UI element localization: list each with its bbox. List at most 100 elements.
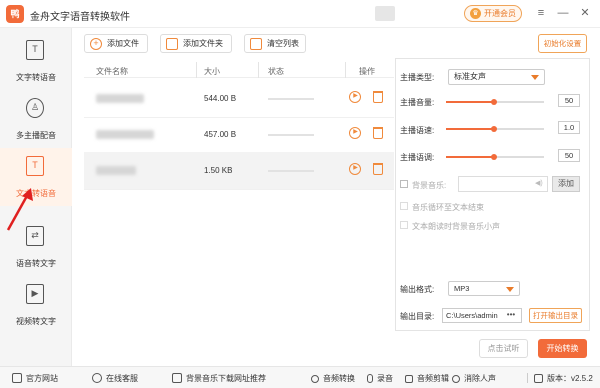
convert-icon (311, 375, 319, 383)
website-label: 官方网站 (26, 374, 58, 383)
column-name: 文件名称 (96, 67, 128, 76)
volume-slider-fill (446, 101, 494, 103)
volume-slider-thumb[interactable] (491, 99, 497, 105)
reset-settings-button[interactable]: 初始化设置 (538, 34, 587, 53)
file-status-bar (268, 170, 314, 172)
trash-icon[interactable] (373, 91, 383, 103)
add-file-button[interactable]: + 添加文件 (84, 34, 148, 53)
app-logo-icon: 鸭 (6, 5, 24, 23)
clear-list-label: 清空列表 (267, 39, 299, 48)
close-button[interactable]: ✕ (578, 6, 592, 20)
volume-slider[interactable] (446, 99, 544, 105)
footer-bar: 官方网站 在线客服 背景音乐下载网址推荐 音频转换 录音 音频剪辑 消除人声 版… (0, 366, 600, 388)
loop-checkbox[interactable] (400, 202, 408, 210)
format-value: MP3 (454, 284, 470, 293)
bgm-checkbox[interactable] (400, 180, 408, 188)
audio-cut-link[interactable]: 音频剪辑 (405, 373, 449, 384)
file-table-header: 文件名称 大小 状态 操作 (84, 62, 394, 78)
clear-list-button[interactable]: 清空列表 (244, 34, 306, 53)
music-icon (172, 373, 182, 383)
vocal-remove-link[interactable]: 消除人声 (452, 373, 496, 384)
volume-icon: ◀) (535, 180, 543, 187)
sidebar-item-label: 多主播配音 (16, 131, 56, 140)
trash-icon[interactable] (373, 163, 383, 175)
add-bgm-button[interactable]: 添加 (552, 176, 580, 192)
minimize-button[interactable]: — (556, 6, 570, 20)
video-icon: ▶ (26, 284, 44, 304)
column-actions: 操作 (359, 67, 375, 76)
speed-value-input[interactable]: 1.0 (558, 121, 580, 134)
bgm-download-label: 背景音乐下载网址推荐 (186, 374, 266, 383)
file-size: 1.50 KB (204, 166, 233, 175)
vip-button[interactable]: ♛ 开通会员 (464, 5, 522, 22)
pitch-slider-thumb[interactable] (491, 154, 497, 160)
menu-icon[interactable]: ≡ (534, 6, 548, 20)
sidebar-item-label: 语音转文字 (16, 259, 56, 268)
open-output-dir-button[interactable]: 打开输出目录 (529, 308, 582, 323)
footer-divider (527, 373, 528, 383)
add-folder-button[interactable]: 添加文件夹 (160, 34, 232, 53)
column-status: 状态 (268, 67, 284, 76)
column-divider[interactable] (196, 62, 197, 78)
pitch-label: 主播语调: (400, 153, 435, 162)
column-divider[interactable] (258, 62, 259, 78)
column-divider[interactable] (345, 62, 346, 78)
sidebar-item-label: 文字转语音 (16, 73, 56, 82)
format-select[interactable]: MP3 (448, 281, 520, 296)
start-convert-button[interactable]: 开始转换 (538, 339, 587, 358)
sidebar-item-video-to-text[interactable]: ▶ 视频转文字 (0, 276, 72, 334)
pitch-value-input[interactable]: 50 (558, 149, 580, 162)
trash-icon[interactable] (373, 127, 383, 139)
vocal-remove-label: 消除人声 (464, 374, 496, 383)
browse-dir-button[interactable]: ••• (501, 309, 521, 322)
document-icon: T (26, 156, 44, 176)
table-row[interactable]: 544.00 B ▶ (84, 80, 394, 118)
column-size: 大小 (204, 67, 220, 76)
speed-slider-thumb[interactable] (491, 126, 497, 132)
broom-icon (250, 38, 262, 50)
record-link[interactable]: 录音 (367, 373, 393, 384)
loop-option-label: 音乐循环至文本结束 (412, 203, 484, 212)
play-icon[interactable]: ▶ (349, 127, 361, 139)
title-bar: 鸭 金舟文字语音转换软件 ♛ 开通会员 ≡ — ✕ (0, 0, 600, 28)
speed-slider[interactable] (446, 126, 544, 132)
crown-icon: ♛ (470, 8, 481, 19)
version-info: 版本：v2.5.2 (534, 373, 593, 384)
file-name-blurred (96, 130, 154, 139)
pitch-slider-fill (446, 156, 494, 158)
bgm-download-link[interactable]: 背景音乐下载网址推荐 (172, 373, 266, 384)
support-label: 在线客服 (106, 374, 138, 383)
table-row[interactable]: 1.50 KB ▶ (84, 152, 394, 190)
vip-label: 开通会员 (484, 9, 516, 18)
audio-convert-link[interactable]: 音频转换 (311, 373, 355, 384)
add-icon: + (90, 38, 102, 50)
play-icon[interactable]: ▶ (349, 91, 361, 103)
volume-value-input[interactable]: 50 (558, 94, 580, 107)
annotation-arrow-icon (6, 188, 33, 231)
play-icon[interactable]: ▶ (349, 163, 361, 175)
voice-type-label: 主播类型: (400, 73, 435, 82)
pitch-slider[interactable] (446, 154, 544, 160)
audio-cut-label: 音频剪辑 (417, 374, 449, 383)
preview-listen-button[interactable]: 点击试听 (479, 339, 528, 358)
monitor-icon (12, 373, 22, 383)
text-doc-icon: T (26, 40, 44, 60)
bgm-quiet-checkbox[interactable] (400, 221, 408, 229)
website-link[interactable]: 官方网站 (12, 373, 58, 384)
table-row[interactable]: 457.00 B ▶ (84, 116, 394, 154)
chevron-down-icon (506, 287, 514, 292)
folder-icon (166, 38, 178, 50)
sidebar-item-multi-voice[interactable]: ♙ 多主播配音 (0, 90, 72, 148)
support-link[interactable]: 在线客服 (92, 373, 138, 384)
voice-type-select[interactable]: 标准女声 (448, 69, 545, 85)
avatar[interactable] (375, 6, 395, 21)
voice-type-value: 标准女声 (454, 72, 486, 81)
add-file-label: 添加文件 (107, 39, 139, 48)
file-name-blurred (96, 166, 136, 175)
sidebar-item-text-to-speech[interactable]: T 文字转语音 (0, 32, 72, 90)
scissors-icon (405, 375, 413, 383)
vocal-icon (452, 375, 460, 383)
headset-icon (92, 373, 102, 383)
add-folder-label: 添加文件夹 (183, 39, 223, 48)
bgm-label: 背景音乐: (412, 181, 447, 190)
